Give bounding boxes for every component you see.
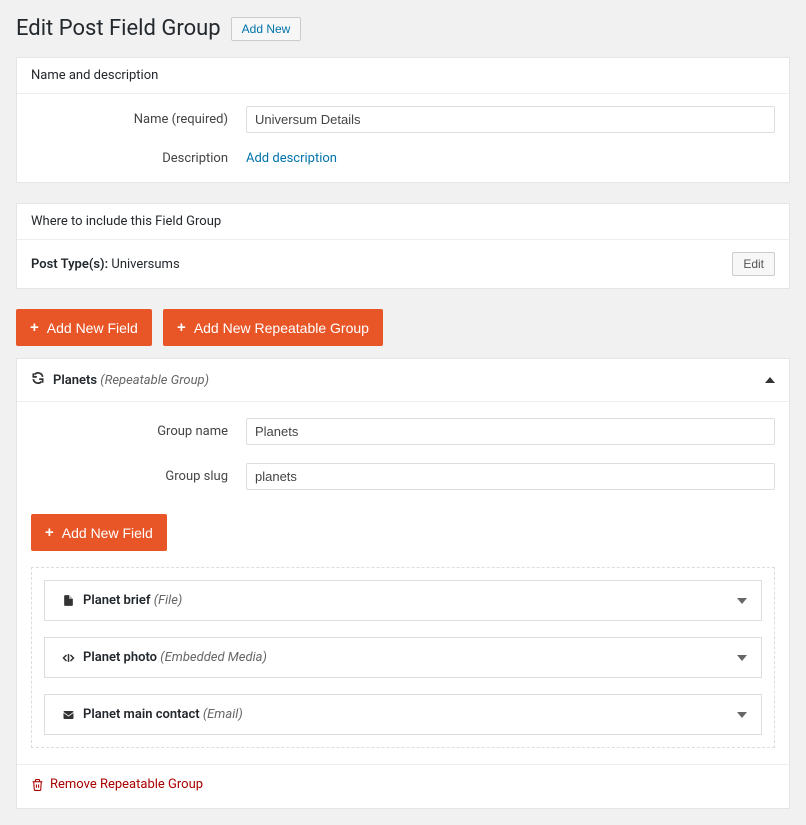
field-type-hint: (Email) [203,707,243,722]
remove-group-link[interactable]: Remove Repeatable Group [31,777,203,792]
repeat-icon [31,371,45,389]
page-title: Edit Post Field Group [16,16,221,41]
edit-include-button[interactable]: Edit [732,252,775,276]
group-title: Planets [53,373,97,388]
expand-icon[interactable] [737,598,747,604]
group-slug-label: Group slug [31,469,246,484]
field-title: Planet photo [83,650,157,665]
group-type-hint: (Repeatable Group) [100,373,209,388]
file-icon [59,593,77,608]
group-name-label: Group name [31,424,246,439]
fields-container: Planet brief (File) Planet photo (Embedd… [31,567,775,748]
button-label: Add New Field [62,525,153,541]
add-description-link[interactable]: Add description [246,151,337,166]
post-type-value: Universums [111,257,179,272]
trash-icon [31,778,44,792]
plus-icon: + [45,524,54,541]
remove-label: Remove Repeatable Group [50,777,203,792]
expand-icon[interactable] [737,655,747,661]
add-new-repeatable-group-button[interactable]: + Add New Repeatable Group [163,309,383,346]
include-panel: Where to include this Field Group Post T… [16,203,790,289]
field-row[interactable]: Planet brief (File) [44,580,762,621]
add-new-field-button[interactable]: + Add New Field [16,309,152,346]
expand-icon[interactable] [737,712,747,718]
field-row[interactable]: Planet photo (Embedded Media) [44,637,762,678]
post-type-label: Post Type(s): [31,257,108,272]
field-row[interactable]: Planet main contact (Email) [44,694,762,735]
code-icon [59,652,77,664]
name-label: Name (required) [31,112,246,127]
button-label: Add New Repeatable Group [194,320,369,336]
group-header[interactable]: Planets (Repeatable Group) [17,359,789,402]
repeatable-group-panel: Planets (Repeatable Group) Group name Gr… [16,358,790,809]
collapse-icon[interactable] [765,377,775,383]
description-label: Description [31,151,246,166]
name-input[interactable] [246,106,775,133]
field-type-hint: (File) [154,593,183,608]
group-name-input[interactable] [246,418,775,445]
group-slug-input[interactable] [246,463,775,490]
add-new-button[interactable]: Add New [231,17,302,41]
panel-header: Where to include this Field Group [17,204,789,240]
post-types-text: Post Type(s): Universums [31,257,180,272]
button-label: Add New Field [47,320,138,336]
mail-icon [59,709,77,721]
panel-header: Name and description [17,58,789,94]
plus-icon: + [30,319,39,336]
field-title: Planet brief [83,593,151,608]
plus-icon: + [177,319,186,336]
field-title: Planet main contact [83,707,200,722]
field-type-hint: (Embedded Media) [160,650,267,665]
group-add-field-button[interactable]: + Add New Field [31,514,167,551]
name-description-panel: Name and description Name (required) Des… [16,57,790,183]
